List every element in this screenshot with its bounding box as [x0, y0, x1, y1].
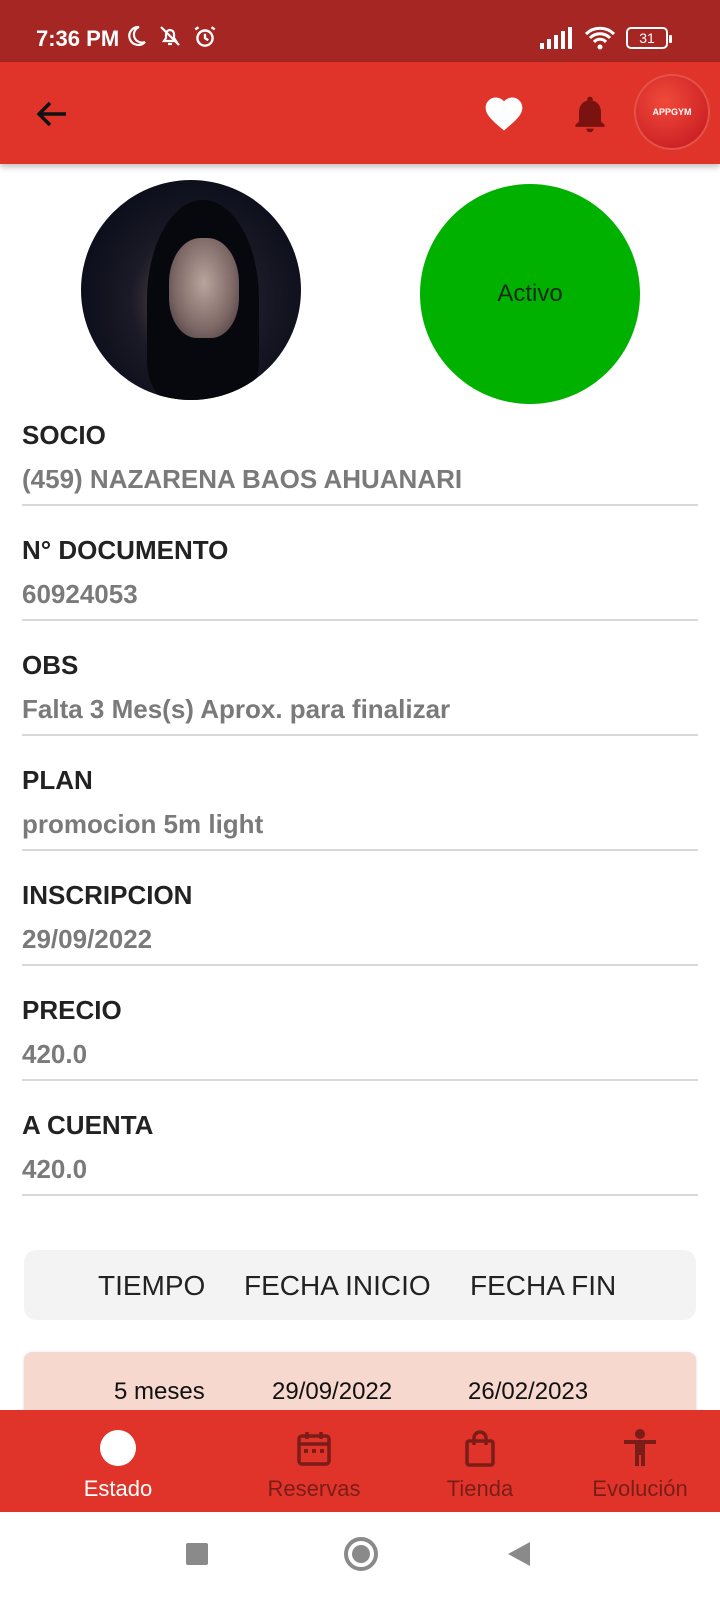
- nav-label: Reservas: [267, 1476, 361, 1501]
- system-nav-bar: [0, 1512, 720, 1600]
- field-value: (459) NAZARENA BAOS AHUANARI: [22, 464, 463, 494]
- bell-icon[interactable]: [568, 92, 612, 136]
- field-value: 420.0: [22, 1154, 88, 1184]
- home-button[interactable]: [344, 1537, 378, 1571]
- shopping-bag-icon: [465, 1430, 495, 1467]
- nav-item-reservas[interactable]: Reservas: [224, 1410, 404, 1512]
- nav-label: Estado: [83, 1476, 153, 1501]
- field-value: 29/09/2022: [22, 924, 153, 954]
- field-plan: PLAN promocion 5m light: [22, 765, 698, 851]
- status-icons-right: 31: [540, 26, 672, 50]
- field-value: 60924053: [22, 579, 138, 609]
- moon-icon: [128, 25, 146, 47]
- field-precio: PRECIO 420.0: [22, 995, 698, 1081]
- person-icon: [624, 1429, 656, 1466]
- table-row: 5 meses 29/09/2022 26/02/2023: [24, 1352, 696, 1412]
- field-socio: SOCIO (459) NAZARENA BAOS AHUANARI: [22, 420, 698, 506]
- circle-icon: [100, 1430, 136, 1466]
- app-bar: APPGYM: [0, 62, 720, 164]
- status-time: 7:36 PM: [36, 26, 120, 51]
- recents-button[interactable]: [186, 1543, 208, 1565]
- nav-item-tienda[interactable]: Tienda: [390, 1410, 570, 1512]
- field-value: 420.0: [22, 1039, 88, 1069]
- nav-label: Tienda: [446, 1476, 514, 1501]
- field-value: Falta 3 Mes(s) Aprox. para finalizar: [22, 694, 451, 724]
- table-cell: 29/09/2022: [272, 1378, 393, 1405]
- field-label: N° DOCUMENTO: [22, 535, 229, 565]
- table-cell: 26/02/2023: [468, 1378, 589, 1405]
- calendar-icon: [297, 1432, 331, 1466]
- field-documento: N° DOCUMENTO 60924053: [22, 535, 698, 621]
- field-label: PLAN: [22, 765, 93, 795]
- nav-item-evolucion[interactable]: Evolución: [550, 1410, 720, 1512]
- status-icons-left: [124, 24, 218, 50]
- field-label: OBS: [22, 650, 79, 680]
- avatar: [81, 180, 301, 400]
- field-label: SOCIO: [22, 420, 106, 450]
- field-obs: OBS Falta 3 Mes(s) Aprox. para finalizar: [22, 650, 698, 736]
- column-header-tiempo: TIEMPO: [98, 1270, 206, 1301]
- field-inscripcion: INSCRIPCION 29/09/2022: [22, 880, 698, 966]
- back-button[interactable]: [508, 1542, 530, 1566]
- logo-text: APPGYM: [652, 107, 692, 117]
- heart-icon[interactable]: [482, 92, 526, 136]
- field-label: INSCRIPCION: [22, 880, 193, 910]
- status-text: Activo: [497, 280, 563, 307]
- field-label: PRECIO: [22, 995, 122, 1025]
- bottom-nav: Estado Reservas Tienda Evolución: [0, 1410, 720, 1512]
- field-a-cuenta: A CUENTA 420.0: [22, 1110, 698, 1196]
- avatar-face: [169, 238, 239, 338]
- status-badge: Activo: [420, 184, 640, 404]
- column-header-fecha-fin: FECHA FIN: [470, 1270, 617, 1301]
- status-bar: 7:36 PM 31: [0, 0, 720, 62]
- field-value: promocion 5m light: [22, 809, 264, 839]
- field-label: A CUENTA: [22, 1110, 154, 1140]
- nav-label: Evolución: [592, 1476, 688, 1501]
- back-arrow-icon[interactable]: [30, 92, 74, 136]
- app-logo[interactable]: APPGYM: [636, 76, 708, 148]
- wifi-icon: [584, 26, 616, 50]
- table-header: TIEMPO FECHA INICIO FECHA FIN: [24, 1250, 696, 1320]
- bell-off-icon: [160, 26, 180, 46]
- column-header-fecha-inicio: FECHA INICIO: [244, 1270, 431, 1301]
- battery-level: 31: [639, 30, 655, 46]
- signal-icon: [540, 27, 572, 49]
- battery-icon: 31: [626, 27, 672, 49]
- table-cell: 5 meses: [114, 1378, 205, 1405]
- alarm-icon: [194, 26, 216, 47]
- nav-item-estado[interactable]: Estado: [28, 1410, 208, 1512]
